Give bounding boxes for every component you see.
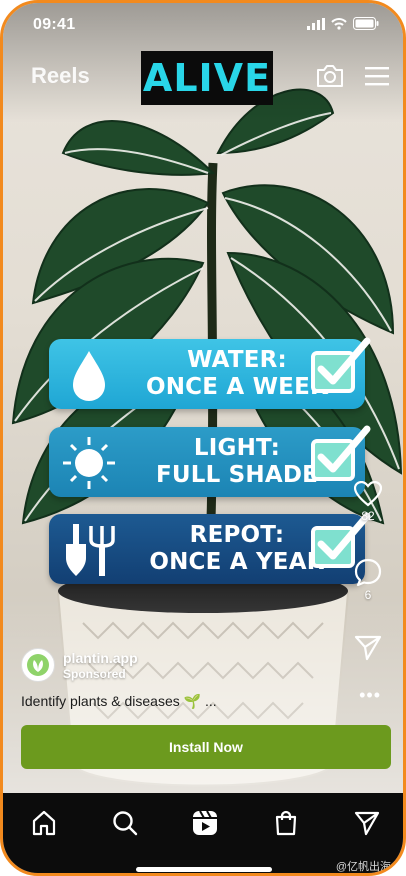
- comment-icon: [354, 558, 382, 586]
- reels-icon: [193, 810, 217, 835]
- nav-shop[interactable]: [266, 803, 306, 843]
- sponsored-label: Sponsored: [63, 666, 126, 681]
- heart-icon: [354, 481, 382, 507]
- avatar[interactable]: [21, 648, 55, 682]
- checkbox-checked-icon: [311, 337, 371, 393]
- water-drop-icon: [73, 351, 105, 401]
- care-card-water: WATER: ONCE A WEEK: [49, 337, 371, 409]
- page-title[interactable]: Reels: [31, 63, 90, 89]
- sponsor-info: plantin.app Sponsored: [21, 647, 138, 683]
- cellular-signal-icon: [307, 17, 325, 30]
- home-icon: [32, 810, 56, 836]
- camera-icon[interactable]: [315, 63, 345, 89]
- status-time: 09:41: [33, 16, 76, 33]
- garden-tools-icon: [66, 524, 115, 576]
- alive-banner: ALIVE: [141, 51, 273, 105]
- sun-icon: [63, 437, 115, 489]
- sponsor-name[interactable]: plantin.app: [63, 650, 138, 666]
- like-button[interactable]: 82: [351, 481, 385, 523]
- nav-reels[interactable]: [185, 803, 225, 843]
- comment-button[interactable]: 6: [351, 558, 385, 602]
- watermark: @亿帆出海: [335, 861, 391, 873]
- install-now-button[interactable]: Install Now: [21, 725, 391, 769]
- shopping-bag-icon: [275, 810, 297, 836]
- battery-icon: [353, 17, 379, 30]
- send-icon: [354, 635, 382, 661]
- home-indicator[interactable]: [136, 867, 272, 872]
- checkbox-checked-icon: [311, 425, 371, 481]
- ad-caption[interactable]: Identify plants & diseases 🌱 ...: [21, 693, 217, 710]
- share-button[interactable]: [351, 635, 385, 661]
- nav-home[interactable]: [24, 803, 64, 843]
- phone-frame: 09:41 Reels ALIVE WATER: ONCE A WEEK LIG…: [0, 0, 406, 876]
- menu-icon[interactable]: [365, 65, 389, 87]
- send-icon: [354, 811, 380, 836]
- nav-search[interactable]: [105, 803, 145, 843]
- nav-direct[interactable]: [347, 803, 387, 843]
- care-card-light: LIGHT: FULL SHADE: [49, 425, 371, 497]
- status-bar: 09:41: [3, 13, 403, 39]
- status-icons: [307, 17, 379, 30]
- wifi-icon: [331, 17, 347, 30]
- alive-banner-text: ALIVE: [142, 56, 272, 100]
- plantin-logo-icon: [27, 654, 49, 676]
- sponsor-meta: plantin.app Sponsored: [63, 650, 138, 681]
- more-options-icon[interactable]: •••: [359, 685, 381, 706]
- comments-count: 6: [364, 588, 372, 602]
- search-icon: [113, 811, 138, 836]
- care-card-repot: REPOT: ONCE A YEAR: [49, 512, 371, 584]
- likes-count: 82: [361, 509, 375, 523]
